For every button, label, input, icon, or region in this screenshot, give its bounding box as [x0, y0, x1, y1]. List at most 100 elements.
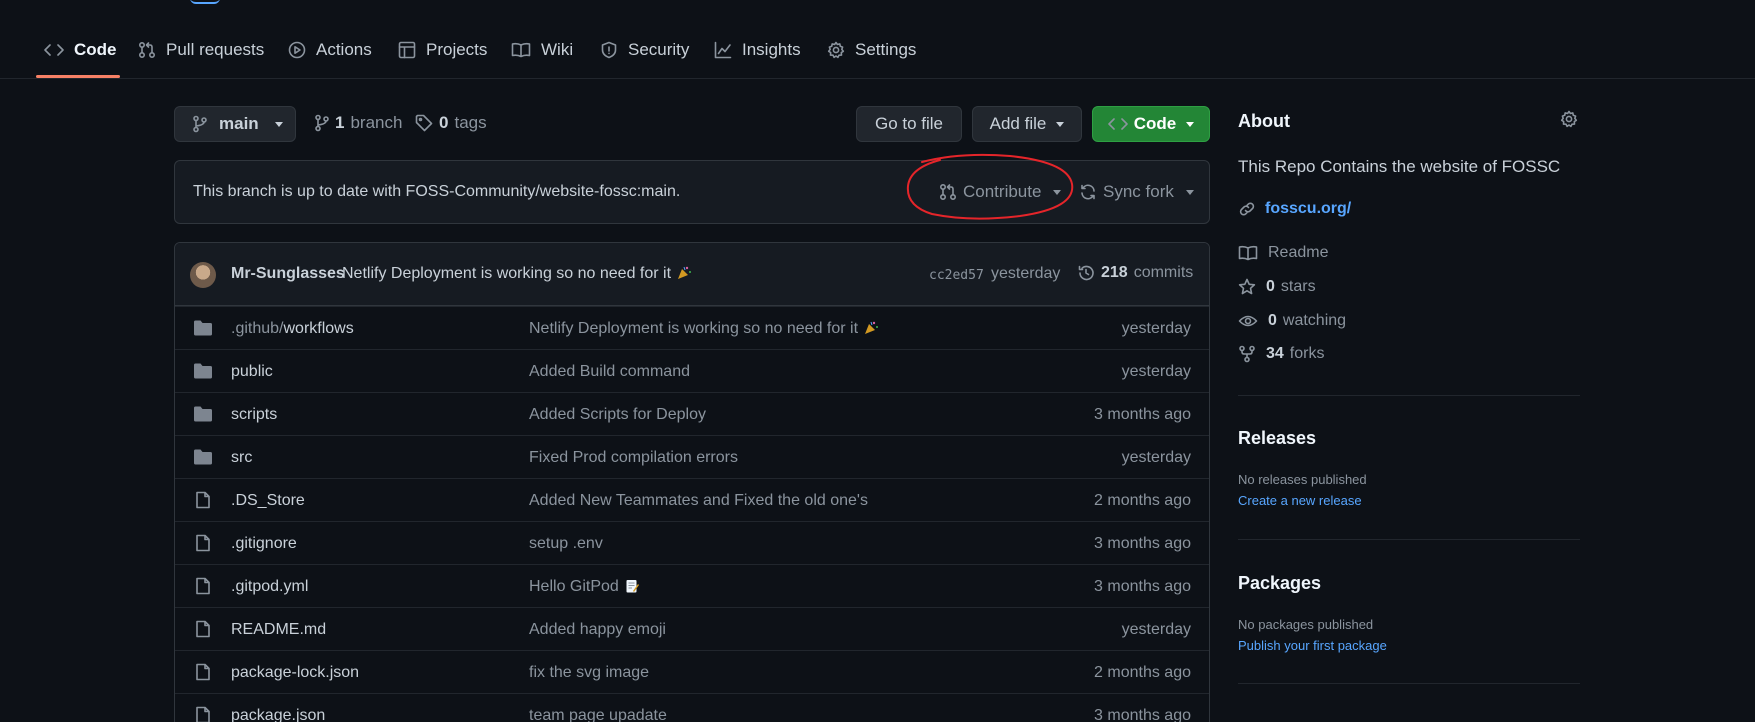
avatar[interactable] — [190, 262, 216, 288]
commit-message-link[interactable]: Added Scripts for Deploy — [529, 406, 706, 424]
branch-word: branch — [350, 113, 403, 132]
branches-link[interactable]: 1 branch — [315, 113, 402, 133]
file-commit-message: team page upadate — [529, 707, 667, 722]
repo-nav: Code Pull requests Actions Projects Wiki… — [0, 0, 1755, 79]
file-name[interactable]: .DS_Store — [231, 492, 305, 510]
divider — [1238, 395, 1580, 396]
file-name[interactable]: .gitpod.yml — [231, 578, 308, 596]
no-packages-text: No packages published — [1238, 617, 1374, 632]
file-name[interactable]: scripts — [231, 406, 277, 424]
tab-settings[interactable]: Settings — [827, 38, 916, 62]
go-to-file-button[interactable]: Go to file — [856, 106, 962, 142]
code-button[interactable]: Code — [1092, 106, 1210, 142]
commit-message[interactable]: Netlify Deployment is working so no need… — [342, 265, 692, 283]
sync-fork-label: Sync fork — [1103, 182, 1174, 201]
fork-icon — [1239, 345, 1255, 363]
commit-sha[interactable]: cc2ed57 — [929, 268, 984, 283]
graph-icon — [714, 41, 732, 59]
readme-link[interactable]: Readme — [1238, 244, 1328, 262]
sync-fork-button[interactable]: Sync fork — [1079, 182, 1194, 202]
divider — [1238, 683, 1580, 684]
commit-message-link[interactable]: Added happy emoji — [529, 621, 666, 639]
table-row[interactable]: .github/workflows Netlify Deployment is w… — [175, 306, 1209, 349]
commit-message-link[interactable]: Added Build command — [529, 363, 690, 381]
website-label: fosscu.org/ — [1265, 200, 1352, 217]
table-row[interactable]: package-lock.json fix the svg image 2 mont… — [175, 650, 1209, 693]
tab-pull-requests[interactable]: Pull requests — [138, 38, 264, 62]
table-row[interactable]: README.md Added happy emoji yesterday — [175, 607, 1209, 650]
table-row[interactable]: .DS_Store Added New Teammates and Fixed t… — [175, 478, 1209, 521]
commits-link[interactable]: 218 commits — [1077, 264, 1193, 282]
file-name[interactable]: .gitignore — [231, 535, 297, 553]
commit-message-link[interactable]: Hello GitPod — [529, 578, 639, 596]
watching-link[interactable]: 0 watching — [1238, 312, 1346, 330]
file-name[interactable]: package.json — [231, 707, 325, 722]
file-commit-time: yesterday — [1121, 449, 1191, 466]
commit-message-link[interactable]: Fixed Prod compilation errors — [529, 449, 738, 467]
table-row[interactable]: scripts Added Scripts for Deploy 3 months … — [175, 392, 1209, 435]
tags-link[interactable]: 0 tags — [415, 113, 487, 133]
tab-insights[interactable]: Insights — [714, 38, 801, 62]
file-list: Mr-Sunglasses Netlify Deployment is work… — [174, 242, 1210, 722]
commit-count: 218 — [1101, 264, 1128, 281]
tag-word: tags — [454, 113, 487, 132]
about-heading: About — [1238, 111, 1290, 131]
latest-commit-bar: Mr-Sunglasses Netlify Deployment is work… — [175, 243, 1209, 306]
commit-message-link[interactable]: fix the svg image — [529, 664, 649, 682]
table-row[interactable]: public Added Build command yesterday — [175, 349, 1209, 392]
tab-projects[interactable]: Projects — [398, 38, 487, 62]
tab-label: Actions — [316, 40, 372, 59]
tab-wiki[interactable]: Wiki — [511, 38, 573, 62]
publish-package-link[interactable]: Publish your first package — [1238, 638, 1387, 653]
header-link-fragment — [190, 0, 220, 4]
commit-message-link[interactable]: team page upadate — [529, 707, 667, 722]
commit-word: commits — [1133, 264, 1194, 281]
file-commit-message: setup .env — [529, 535, 603, 552]
divider — [1238, 539, 1580, 540]
active-tab-indicator — [36, 75, 120, 78]
table-row[interactable]: .gitignore setup .env 3 months ago — [175, 521, 1209, 564]
file-commit-time: 3 months ago — [1094, 707, 1191, 722]
table-row[interactable]: src Fixed Prod compilation errors yesterda… — [175, 435, 1209, 478]
commit-message-link[interactable]: Netlify Deployment is working so no need… — [529, 320, 879, 338]
folder-icon — [194, 320, 212, 336]
memo-icon — [626, 580, 639, 593]
file-name[interactable]: src — [231, 449, 252, 467]
branch-select-button[interactable]: main — [174, 106, 296, 142]
tab-code[interactable]: Code — [44, 38, 117, 62]
code-icon — [44, 44, 64, 56]
add-file-button[interactable]: Add file — [972, 106, 1082, 142]
table-row[interactable]: package.json team page upadate 3 months ag… — [175, 693, 1209, 722]
releases-heading[interactable]: Releases — [1238, 428, 1316, 449]
file-name[interactable]: README.md — [231, 621, 326, 639]
book-icon — [1238, 245, 1258, 261]
file-icon-wrap — [193, 534, 213, 552]
file-icon-wrap — [193, 491, 213, 509]
create-release-link[interactable]: Create a new release — [1238, 493, 1362, 508]
file-commit-time: yesterday — [1121, 320, 1191, 337]
file-commit-time: 3 months ago — [1094, 578, 1191, 595]
tab-security[interactable]: Security — [600, 38, 689, 62]
tag-icon — [415, 114, 433, 132]
file-icon-wrap — [193, 620, 213, 638]
stars-link[interactable]: 0 stars — [1238, 278, 1316, 296]
table-row[interactable]: .gitpod.yml Hello GitPod 3 months ago — [175, 564, 1209, 607]
gear-icon[interactable] — [1560, 110, 1578, 128]
commit-message-link[interactable]: setup .env — [529, 535, 603, 553]
website-link[interactable]: fosscu.org/ — [1238, 200, 1351, 218]
packages-heading[interactable]: Packages — [1238, 573, 1321, 594]
code-button-label: Code — [1133, 114, 1177, 133]
file-name[interactable]: package-lock.json — [231, 664, 359, 682]
commit-author[interactable]: Mr-Sunglasses — [231, 265, 345, 283]
file-commit-time: 2 months ago — [1094, 664, 1191, 681]
forks-link[interactable]: 34 forks — [1238, 345, 1324, 363]
commit-time: yesterday — [991, 265, 1061, 282]
tab-actions[interactable]: Actions — [288, 38, 372, 62]
forks-count: 34 — [1266, 345, 1284, 362]
file-icon — [196, 534, 210, 552]
readme-label: Readme — [1268, 244, 1329, 261]
file-name[interactable]: public — [231, 363, 273, 381]
commit-message-link[interactable]: Added New Teammates and Fixed the old on… — [529, 492, 868, 510]
branch-status-message: This branch is up to date with FOSS-Comm… — [193, 183, 681, 200]
file-name[interactable]: .github/workflows — [231, 320, 354, 338]
